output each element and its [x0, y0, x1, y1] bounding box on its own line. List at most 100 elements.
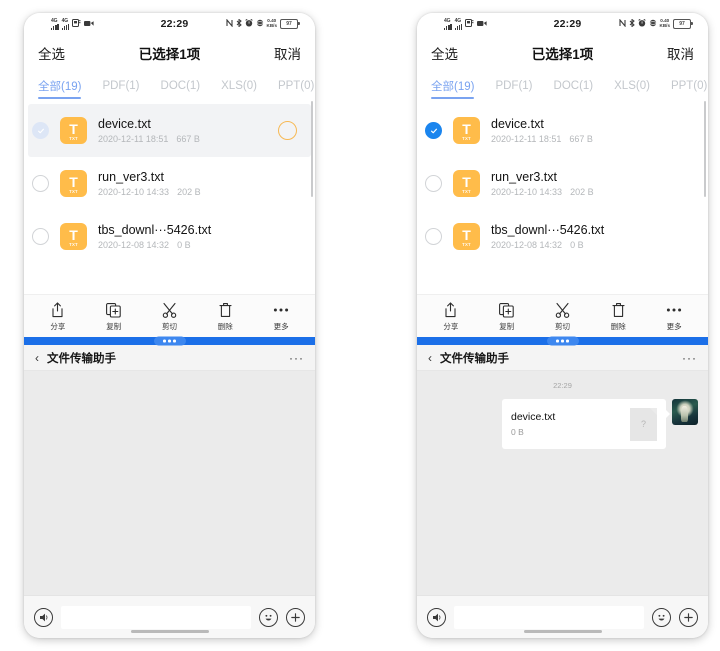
txt-file-icon: T TXT	[60, 223, 87, 250]
file-name: tbs_downl···5426.txt	[98, 222, 212, 237]
location-icon	[255, 19, 264, 29]
file-meta: device.txt 2020-12-11 18:51 667 B	[491, 117, 694, 145]
file-size: 667 B	[569, 134, 593, 145]
select-all-button[interactable]: 全选	[38, 43, 65, 63]
home-indicator	[130, 630, 209, 633]
selection-title: 已选择1项	[138, 47, 201, 62]
row-checkbox[interactable]	[32, 175, 49, 192]
row-checkbox[interactable]	[32, 228, 49, 245]
cut-button[interactable]: 剪切	[142, 301, 198, 332]
cancel-button[interactable]: 取消	[667, 43, 694, 63]
check-icon	[37, 128, 44, 133]
file-size: 0 B	[177, 240, 191, 251]
tab-ppt[interactable]: PPT(0)	[671, 71, 708, 101]
share-button[interactable]: 分享	[423, 301, 479, 332]
row-checkbox[interactable]	[32, 122, 49, 139]
emoji-icon[interactable]	[652, 607, 671, 627]
status-bar-right: 0.40 KB/s 97	[581, 18, 697, 29]
tab-all[interactable]: 全部(19)	[38, 71, 102, 101]
back-icon[interactable]: ‹	[428, 351, 432, 365]
more-button[interactable]: 更多	[253, 301, 309, 332]
cut-button[interactable]: 剪切	[535, 301, 591, 332]
status-bar-clock: 22:29	[553, 18, 582, 30]
sim-card-icon	[72, 19, 81, 29]
share-icon	[51, 301, 64, 318]
file-list: T TXT device.txt 2020-12-11 18:51 667 B …	[24, 101, 315, 294]
voice-icon[interactable]	[427, 607, 446, 627]
delete-icon	[612, 301, 625, 318]
split-screen-divider[interactable]	[417, 336, 708, 346]
bubble-file-name: device.txt	[511, 410, 556, 423]
camera-icon	[477, 20, 487, 29]
status-bar: 4G 4G 22:29 0.40 KB/s 97	[24, 13, 315, 35]
file-meta: run_ver3.txt 2020-12-10 14:33 202 B	[98, 170, 301, 198]
copy-icon	[499, 301, 514, 318]
file-size: 0 B	[570, 240, 584, 251]
table-row[interactable]: T TXT device.txt 2020-12-11 18:51 667 B	[28, 104, 311, 157]
share-button[interactable]: 分享	[30, 301, 86, 332]
more-icon	[666, 301, 682, 318]
bubble-meta: device.txt 0 B	[511, 411, 630, 438]
tab-pdf[interactable]: PDF(1)	[495, 71, 553, 101]
file-meta: tbs_downl···5426.txt 2020-12-08 14:32 0 …	[98, 223, 301, 251]
table-row[interactable]: T TXT tbs_downl···5426.txt 2020-12-08 14…	[24, 210, 315, 263]
avatar[interactable]	[672, 399, 698, 425]
table-row[interactable]: T TXT run_ver3.txt 2020-12-10 14:33 202 …	[417, 157, 708, 210]
tab-xls[interactable]: XLS(0)	[221, 71, 278, 101]
cancel-button[interactable]: 取消	[274, 43, 301, 63]
data-rate-indicator: 0.40 KB/s	[266, 18, 278, 29]
plus-icon[interactable]	[679, 607, 698, 627]
file-size: 202 B	[177, 187, 201, 198]
row-checkbox[interactable]	[425, 175, 442, 192]
action-toolbar: 分享 复制 剪切 删除 更多	[417, 294, 708, 337]
row-checkbox[interactable]	[425, 122, 442, 139]
voice-icon[interactable]	[34, 607, 53, 627]
row-checkbox[interactable]	[425, 228, 442, 245]
table-row[interactable]: T TXT device.txt 2020-12-11 18:51 667 B	[417, 104, 708, 157]
divider-handle[interactable]	[153, 336, 186, 346]
plus-icon[interactable]	[286, 607, 305, 627]
file-date: 2020-12-11 18:51	[491, 134, 562, 145]
tab-doc[interactable]: DOC(1)	[161, 71, 222, 101]
file-type-tabs: 全部(19) PDF(1) DOC(1) XLS(0) PPT(0)	[24, 71, 315, 101]
divider-handle[interactable]	[546, 336, 579, 346]
back-icon[interactable]: ‹	[35, 351, 39, 365]
file-name: device.txt	[491, 116, 544, 131]
table-row[interactable]: T TXT tbs_downl···5426.txt 2020-12-08 14…	[417, 210, 708, 263]
copy-button[interactable]: 复制	[479, 301, 535, 332]
tab-doc[interactable]: DOC(1)	[554, 71, 615, 101]
signal-icon-2: 4G	[61, 18, 70, 30]
txt-file-icon: T TXT	[453, 170, 480, 197]
nfc-icon	[225, 18, 233, 29]
more-button[interactable]: 更多	[646, 301, 702, 332]
file-date: 2020-12-10 14:33	[98, 187, 170, 198]
action-toolbar: 分享 复制 剪切 删除 更多	[24, 294, 315, 337]
split-screen-divider[interactable]	[24, 336, 315, 346]
txt-file-icon: T TXT	[453, 223, 480, 250]
check-icon	[430, 128, 437, 133]
camera-icon	[84, 20, 94, 29]
chat-more-icon[interactable]: ···	[289, 351, 304, 365]
chat-message-row: device.txt 0 B ?	[417, 399, 708, 449]
chat-more-icon[interactable]: ···	[682, 351, 697, 365]
status-bar-clock: 22:29	[160, 18, 189, 30]
emoji-icon[interactable]	[259, 607, 278, 627]
tab-all[interactable]: 全部(19)	[431, 71, 495, 101]
copy-button[interactable]: 复制	[86, 301, 142, 332]
message-input[interactable]	[61, 605, 251, 629]
table-row[interactable]: T TXT run_ver3.txt 2020-12-10 14:33 202 …	[24, 157, 315, 210]
tab-pdf[interactable]: PDF(1)	[102, 71, 160, 101]
battery-level: 97	[286, 21, 292, 27]
alarm-icon	[637, 18, 646, 29]
tab-xls[interactable]: XLS(0)	[614, 71, 671, 101]
message-input[interactable]	[454, 605, 644, 629]
delete-button[interactable]: 删除	[590, 301, 646, 332]
tab-ppt[interactable]: PPT(0)	[278, 71, 315, 101]
delete-button[interactable]: 删除	[197, 301, 253, 332]
txt-file-icon: T TXT	[60, 170, 87, 197]
select-all-button[interactable]: 全选	[431, 43, 458, 63]
phone-panel-right: 4G 4G 22:29 0.40 KB/s 97 全选 已选择1项 取消 全部(…	[417, 13, 708, 638]
file-message-bubble[interactable]: device.txt 0 B ?	[502, 399, 670, 449]
data-rate-unit: KB/s	[266, 23, 278, 28]
touch-ripple-indicator	[278, 121, 297, 140]
